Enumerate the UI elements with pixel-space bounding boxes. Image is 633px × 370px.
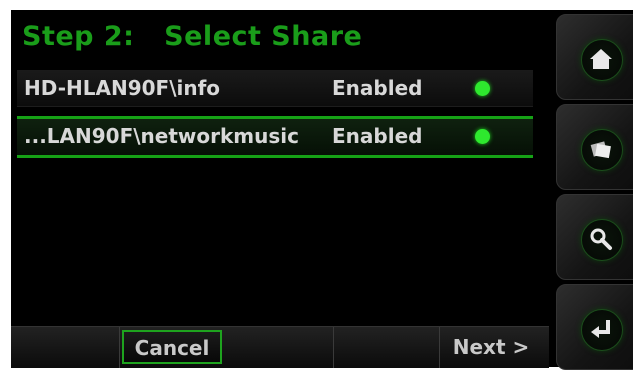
bottom-toolbar: Cancel Next > bbox=[11, 326, 549, 368]
side-button-panel bbox=[549, 10, 633, 370]
enter-return-icon bbox=[591, 320, 610, 338]
device-screen: Step 2: Select Share HD-HLAN90F\info Ena… bbox=[11, 10, 633, 370]
toolbar-segment bbox=[226, 327, 334, 368]
cancel-button[interactable]: Cancel bbox=[122, 330, 222, 364]
toolbar-segment bbox=[11, 327, 120, 368]
magnifier-icon bbox=[590, 228, 612, 250]
share-name: HD-HLAN90F\info bbox=[24, 76, 221, 100]
search-button[interactable] bbox=[556, 194, 633, 280]
next-button[interactable]: Next > bbox=[441, 330, 541, 364]
share-status: Enabled bbox=[332, 124, 423, 148]
media-button[interactable] bbox=[556, 104, 633, 190]
main-panel: Step 2: Select Share HD-HLAN90F\info Ena… bbox=[11, 10, 549, 368]
status-indicator-dot bbox=[475, 129, 490, 144]
home-icon bbox=[590, 49, 612, 69]
share-name: ...LAN90F\networkmusic bbox=[24, 124, 299, 148]
page-title: Step 2: Select Share bbox=[22, 21, 363, 52]
enter-button[interactable] bbox=[556, 284, 633, 370]
share-status: Enabled bbox=[332, 76, 423, 100]
photos-icon bbox=[590, 141, 611, 159]
toolbar-segment bbox=[333, 327, 440, 368]
home-button[interactable] bbox=[556, 14, 633, 100]
status-indicator-dot bbox=[475, 81, 490, 96]
share-row-networkmusic[interactable]: ...LAN90F\networkmusic Enabled bbox=[17, 116, 533, 158]
share-row-info[interactable]: HD-HLAN90F\info Enabled bbox=[17, 70, 533, 107]
